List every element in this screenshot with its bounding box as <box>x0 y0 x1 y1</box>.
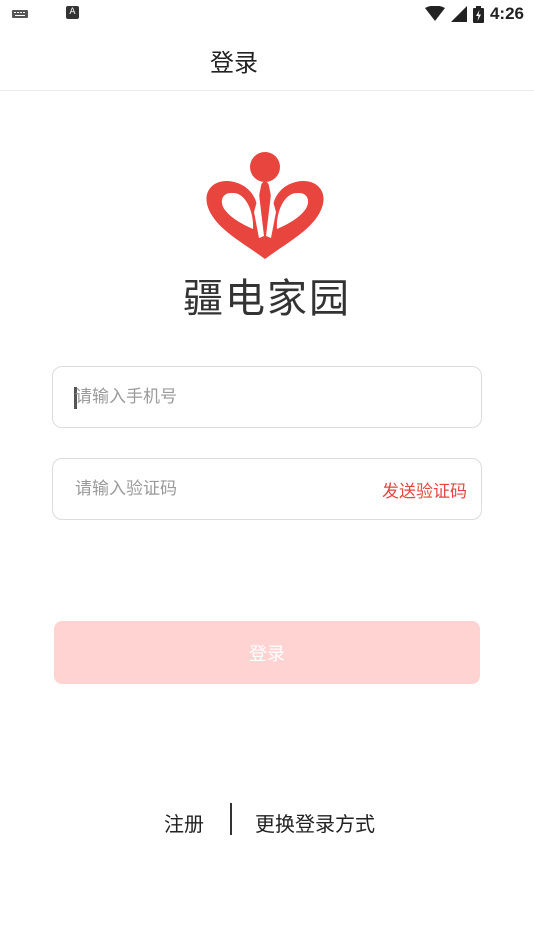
switch-login-method-link[interactable]: 更换登录方式 <box>255 808 375 837</box>
verification-code-input[interactable] <box>75 459 365 519</box>
status-indicators: 4:26 <box>424 4 524 24</box>
signal-icon <box>450 6 467 22</box>
brand-logo-icon <box>206 152 324 259</box>
page-title: 登录 <box>210 49 258 77</box>
a-badge-icon: A <box>66 6 79 19</box>
divider <box>230 803 232 835</box>
status-bar: A 4:26 <box>0 0 534 28</box>
phone-input[interactable] <box>75 367 365 427</box>
bottom-links: 注册 更换登录方式 <box>0 803 534 839</box>
status-time: 4:26 <box>489 4 524 23</box>
brand-name: 疆电家园 <box>183 276 351 322</box>
keyboard-icon <box>12 10 28 18</box>
login-button[interactable]: 登录 <box>54 621 480 684</box>
battery-icon <box>472 5 484 23</box>
register-link[interactable]: 注册 <box>164 808 204 837</box>
verification-code-field[interactable]: 发送验证码 <box>52 458 482 520</box>
header: 登录 <box>0 28 534 91</box>
wifi-icon <box>424 6 445 21</box>
send-code-button[interactable]: 发送验证码 <box>382 459 467 519</box>
phone-field[interactable] <box>52 366 482 428</box>
